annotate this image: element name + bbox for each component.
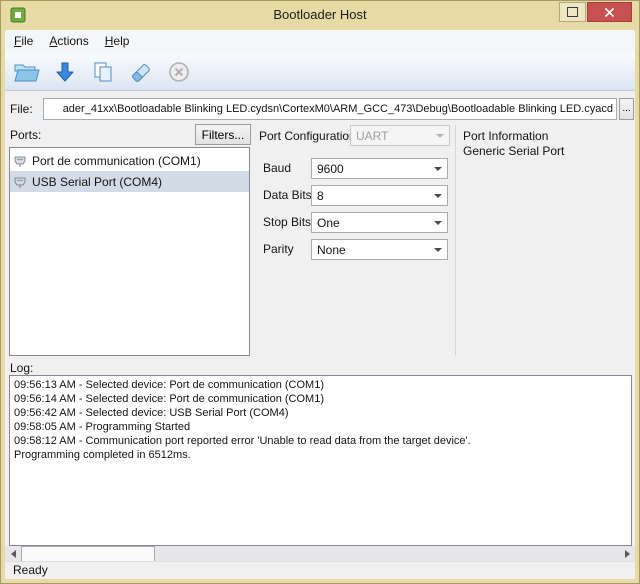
port-information-value: Generic Serial Port [463, 144, 564, 158]
scroll-right-button[interactable] [619, 546, 635, 562]
parity-label: Parity [263, 239, 294, 260]
open-file-button[interactable] [12, 57, 42, 87]
data-bits-select[interactable]: 8 [311, 185, 448, 206]
menubar: File Actions Help [5, 30, 635, 53]
baud-label: Baud [263, 158, 291, 179]
browse-button[interactable]: ... [619, 98, 634, 120]
data-bits-label: Data Bits [263, 185, 312, 206]
verify-icon [92, 61, 114, 83]
log-line: 09:56:42 AM - Selected device: USB Seria… [14, 406, 627, 420]
verify-button[interactable] [88, 57, 118, 87]
ports-label: Ports: [10, 128, 41, 142]
abort-icon [167, 60, 191, 84]
menu-help-label: Help [105, 34, 130, 48]
file-path-text: ader_41xx\Bootloadable Blinking LED.cyds… [63, 103, 613, 115]
log-label: Log: [10, 361, 33, 375]
menu-file[interactable]: File [6, 30, 41, 53]
dropdown-arrow-icon [434, 248, 442, 252]
toolbar [5, 53, 635, 91]
erase-button[interactable] [126, 57, 156, 87]
dropdown-arrow-icon [436, 134, 444, 138]
erase-icon [129, 60, 153, 84]
file-label: File: [10, 98, 33, 120]
serial-port-icon [13, 175, 27, 189]
statusbar: Ready [5, 561, 635, 579]
file-path-input[interactable]: ader_41xx\Bootloadable Blinking LED.cyds… [43, 98, 617, 120]
scroll-left-button[interactable] [5, 546, 21, 562]
close-icon [604, 7, 615, 18]
port-item-label: USB Serial Port (COM4) [32, 175, 162, 189]
serial-port-icon [13, 154, 27, 168]
menu-help[interactable]: Help [97, 30, 138, 53]
baud-value: 9600 [317, 162, 344, 176]
titlebar[interactable]: Bootloader Host [1, 1, 639, 30]
program-icon [54, 61, 76, 83]
menu-actions-label: Actions [49, 34, 88, 48]
port-item-com4[interactable]: USB Serial Port (COM4) [10, 171, 249, 192]
baud-select[interactable]: 9600 [311, 158, 448, 179]
port-configuration-title: Port Configuration [259, 129, 356, 143]
dropdown-arrow-icon [434, 167, 442, 171]
stop-bits-value: One [317, 216, 340, 230]
log-line: Programming completed in 6512ms. [14, 448, 627, 462]
protocol-value: UART [356, 129, 388, 143]
menu-actions[interactable]: Actions [41, 30, 96, 53]
section-divider [455, 125, 456, 355]
parity-select[interactable]: None [311, 239, 448, 260]
caption-buttons [559, 2, 632, 22]
maximize-button[interactable] [559, 2, 586, 22]
port-item-label: Port de communication (COM1) [32, 154, 201, 168]
log-line: 09:58:05 AM - Programming Started [14, 420, 627, 434]
dropdown-arrow-icon [434, 221, 442, 225]
port-information-title: Port Information [463, 129, 548, 143]
dropdown-arrow-icon [434, 194, 442, 198]
stop-bits-label: Stop Bits [263, 212, 311, 233]
data-bits-value: 8 [317, 189, 324, 203]
log-output[interactable]: 09:56:13 AM - Selected device: Port de c… [9, 375, 632, 546]
status-text: Ready [13, 562, 48, 579]
protocol-select: UART [350, 125, 450, 146]
maximize-icon [567, 7, 578, 17]
log-line: 09:56:13 AM - Selected device: Port de c… [14, 378, 627, 392]
menu-file-label: File [14, 34, 33, 48]
open-file-icon [14, 61, 40, 83]
stop-bits-select[interactable]: One [311, 212, 448, 233]
log-horizontal-scrollbar[interactable] [5, 546, 635, 562]
parity-value: None [317, 243, 346, 257]
abort-button [164, 57, 194, 87]
filters-button[interactable]: Filters... [195, 124, 251, 145]
close-button[interactable] [587, 2, 632, 22]
client-area: File Actions Help [5, 30, 635, 579]
port-item-com1[interactable]: Port de communication (COM1) [10, 150, 249, 171]
ports-list: Port de communication (COM1) USB Serial … [9, 147, 250, 356]
log-line: 09:56:14 AM - Selected device: Port de c… [14, 392, 627, 406]
scroll-right-icon [625, 550, 630, 558]
log-line: 09:58:12 AM - Communication port reporte… [14, 434, 627, 448]
bootloader-host-window: Bootloader Host File Actions Help [0, 0, 640, 584]
program-button[interactable] [50, 57, 80, 87]
scrollbar-thumb[interactable] [21, 546, 155, 562]
scroll-left-icon [11, 550, 16, 558]
window-title: Bootloader Host [1, 1, 639, 29]
